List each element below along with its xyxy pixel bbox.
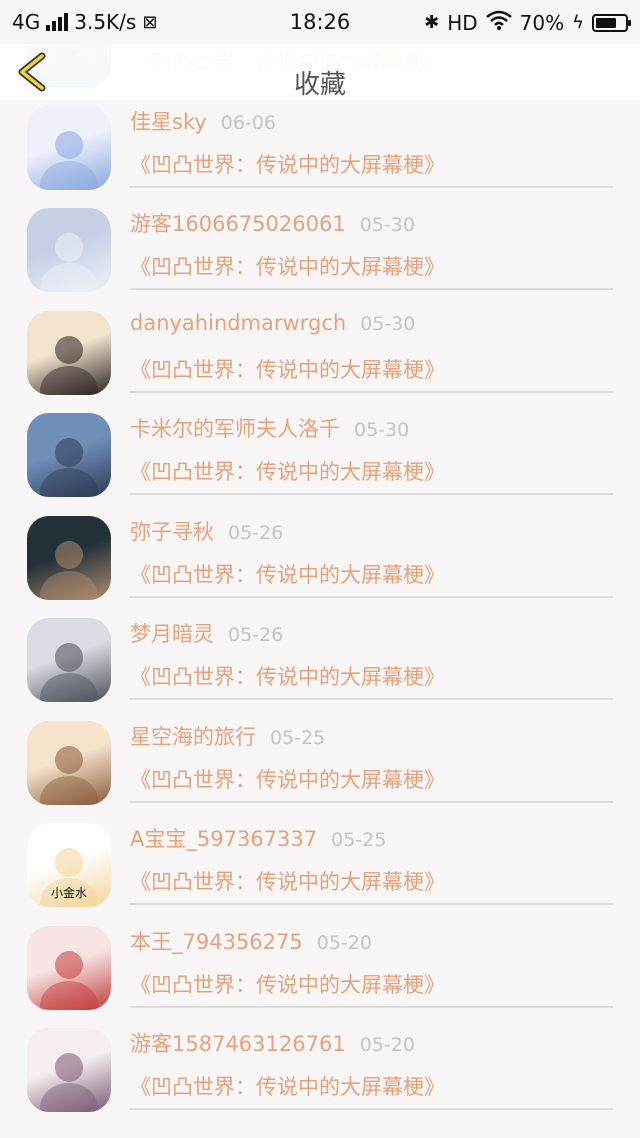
collection-title-link[interactable]: 《凹凸世界：传说中的大屏幕梗》 — [130, 149, 445, 179]
collection-title-link[interactable]: 《凹凸世界：传说中的大屏幕梗》 — [130, 456, 445, 486]
divider — [130, 1005, 613, 1008]
avatar[interactable] — [27, 1028, 111, 1112]
charging-icon: ϟ — [572, 12, 584, 33]
list-item[interactable]: 星空海的旅行 05-25 《凹凸世界：传说中的大屏幕梗》 — [0, 711, 640, 813]
name-line: 弥子寻秋 05-26 — [130, 516, 283, 546]
item-date: 06-06 — [220, 111, 276, 134]
collection-title-link[interactable]: 《凹凸世界：传说中的大屏幕梗》 — [130, 866, 445, 896]
divider — [130, 595, 613, 598]
divider — [130, 288, 613, 290]
user-name[interactable]: 游客1587463126761 — [130, 1032, 346, 1056]
name-line: 卡米尔的军师夫人洛千 05-30 — [130, 413, 409, 443]
name-line: 游客1606675026061 05-30 — [130, 208, 415, 238]
user-name[interactable]: 本王_794356275 — [130, 930, 303, 954]
user-name[interactable]: 卡米尔的军师夫人洛千 — [130, 417, 340, 441]
avatar[interactable] — [27, 208, 111, 292]
user-name[interactable]: 游客1606675026061 — [130, 212, 346, 236]
item-date: 05-30 — [360, 312, 416, 335]
list-item[interactable]: 弥子寻秋 05-26 《凹凸世界：传说中的大屏幕梗》 — [0, 506, 640, 608]
user-name[interactable]: 梦月暗灵 — [130, 622, 214, 646]
wifi-icon — [485, 10, 512, 35]
item-date: 05-26 — [228, 624, 284, 646]
item-date: 05-30 — [354, 419, 410, 441]
divider — [130, 800, 613, 803]
divider — [130, 903, 613, 905]
divider — [130, 185, 613, 188]
list-item[interactable]: 本王_794356275 05-20 《凹凸世界：传说中的大屏幕梗》 — [0, 916, 640, 1018]
list-item[interactable]: danyahindmarwrgch 05-30 《凹凸世界：传说中的大屏幕梗》 — [0, 301, 640, 403]
list-item[interactable]: 佳星sky 06-06 《凹凸世界：传说中的大屏幕梗》 — [0, 96, 640, 198]
item-date: 05-25 — [270, 726, 326, 749]
user-name[interactable]: A宝宝_597367337 — [130, 827, 317, 851]
item-date: 05-30 — [359, 214, 415, 236]
avatar-caption: 小金水 — [50, 886, 87, 900]
bluetooth-icon: ✱ — [424, 12, 440, 33]
name-line: 佳星sky 06-06 — [130, 106, 276, 136]
divider — [130, 493, 613, 495]
battery-percent: 70% — [519, 10, 565, 35]
item-date: 05-25 — [331, 829, 387, 851]
user-name[interactable]: danyahindmarwrgch — [130, 311, 346, 335]
collection-title-link[interactable]: 《凹凸世界：传说中的大屏幕梗》 — [130, 1071, 445, 1101]
name-line: A宝宝_597367337 05-25 — [130, 823, 386, 853]
name-line: 星空海的旅行 05-25 — [130, 721, 325, 751]
name-line: 梦月暗灵 05-26 — [130, 618, 283, 648]
avatar[interactable] — [27, 618, 111, 702]
name-line: danyahindmarwrgch 05-30 — [130, 311, 415, 335]
hd-label: HD — [447, 10, 478, 35]
favorites-list: 《凹凸世界：传说中的大屏幕梗》 佳星sky 06-06 《凹凸世界：传说中的大屏幕梗》… — [0, 0, 640, 1138]
nav-bar: 收藏 — [0, 44, 640, 100]
user-name[interactable]: 星空海的旅行 — [130, 725, 256, 749]
avatar[interactable] — [27, 413, 111, 497]
item-date: 05-20 — [316, 931, 372, 954]
collection-title-link[interactable]: 《凹凸世界：传说中的大屏幕梗》 — [130, 661, 445, 691]
name-line: 本王_794356275 05-20 — [130, 926, 372, 956]
list-item[interactable]: 游客1587463126761 05-20 《凹凸世界：传说中的大屏幕梗》 — [0, 1018, 640, 1120]
divider — [130, 698, 613, 700]
avatar[interactable] — [27, 515, 111, 600]
collection-title-link[interactable]: 《凹凸世界：传说中的大屏幕梗》 — [130, 251, 445, 281]
list-item[interactable]: 小金水 A宝宝_597367337 05-25 《凹凸世界：传说中的大屏幕梗》 — [0, 813, 640, 915]
list-item[interactable]: 梦月暗灵 05-26 《凹凸世界：传说中的大屏幕梗》 — [0, 608, 640, 710]
collection-title-link[interactable]: 《凹凸世界：传说中的大屏幕梗》 — [130, 764, 445, 794]
divider — [130, 390, 613, 393]
avatar[interactable] — [27, 925, 111, 1010]
user-name[interactable]: 弥子寻秋 — [130, 520, 214, 544]
user-name[interactable]: 佳星sky — [130, 110, 207, 134]
avatar[interactable]: 小金水 — [27, 823, 111, 907]
avatar[interactable] — [27, 720, 111, 805]
divider — [130, 1108, 613, 1110]
item-date: 05-26 — [228, 521, 284, 544]
collection-title-link[interactable]: 《凹凸世界：传说中的大屏幕梗》 — [130, 559, 445, 589]
avatar[interactable] — [27, 310, 111, 395]
status-bar: 4G 3.5K/s ⊠ 18:26 ✱ HD 70% ϟ — [0, 0, 640, 44]
battery-icon — [592, 13, 631, 32]
avatar[interactable] — [27, 105, 111, 190]
collection-title-link[interactable]: 《凹凸世界：传说中的大屏幕梗》 — [130, 969, 445, 999]
name-line: 游客1587463126761 05-20 — [130, 1028, 415, 1058]
item-date: 05-20 — [359, 1034, 415, 1056]
page-title: 收藏 — [293, 70, 346, 100]
list-item[interactable]: 卡米尔的军师夫人洛千 05-30 《凹凸世界：传说中的大屏幕梗》 — [0, 403, 640, 505]
list-item[interactable]: 游客1606675026061 05-30 《凹凸世界：传说中的大屏幕梗》 — [0, 198, 640, 300]
collection-title-link[interactable]: 《凹凸世界：传说中的大屏幕梗》 — [130, 354, 445, 384]
